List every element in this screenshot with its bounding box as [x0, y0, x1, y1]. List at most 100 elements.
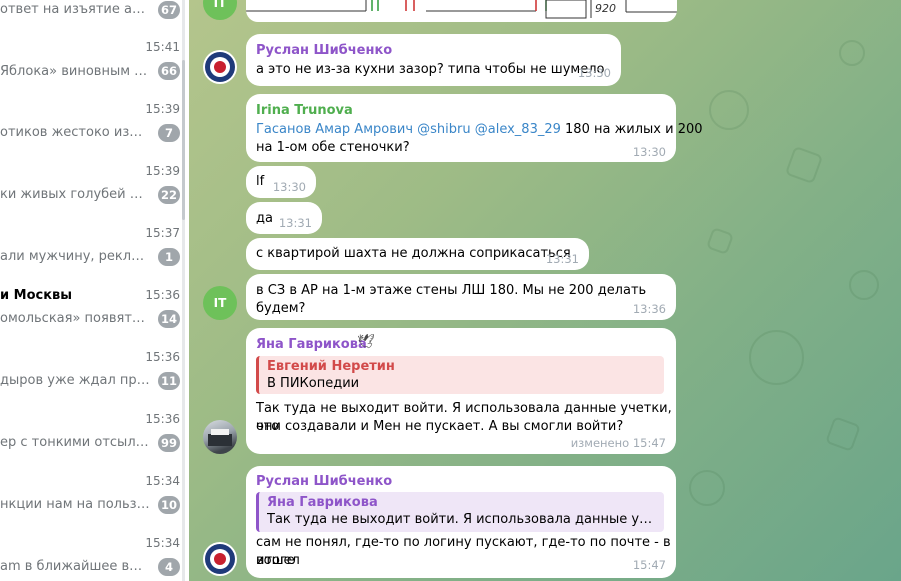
unread-badge: 10	[158, 496, 180, 514]
chat-name: и Москвы	[0, 288, 73, 303]
wallpaper-doodle	[825, 416, 861, 452]
chat-preview: омольская» появятся н…	[0, 311, 150, 326]
message-text: они создавали и Мен не пускает. А вы смо…	[256, 419, 624, 434]
chat-time: 15:36	[145, 350, 180, 364]
chat-preview: ответ на изъятие активо…	[0, 2, 150, 17]
chat-list-item[interactable]: 15:37 али мужчину, реклами… 1	[0, 224, 189, 286]
mention-link[interactable]: @shibru	[417, 122, 470, 137]
message-text: а это не из-за кухни зазор? типа чтобы н…	[256, 62, 605, 77]
avatar[interactable]	[203, 420, 237, 454]
chat-time: 15:39	[145, 164, 180, 178]
unread-badge: 1	[158, 248, 180, 266]
sender-emoji: 🕊	[357, 334, 375, 350]
wallpaper-doodle	[849, 270, 879, 300]
unread-badge: 14	[158, 310, 180, 328]
wallpaper-doodle	[689, 470, 725, 506]
scrollbar-thumb[interactable]	[182, 60, 185, 220]
reply-quote[interactable]: Евгений Неретин В ПИКопедии	[256, 356, 664, 394]
chat-list-scrollbar[interactable]	[182, 0, 185, 581]
reply-sender-name: Яна Гаврикова	[267, 495, 378, 510]
unread-badge: 99	[158, 434, 180, 452]
chat-list-item[interactable]: 15:36 дыров уже ждал прик… 11	[0, 348, 189, 410]
message-time: 15:47	[632, 558, 666, 572]
message-bubble[interactable]: да 13:31	[246, 202, 322, 234]
wallpaper-doodle	[705, 226, 735, 256]
sender-name[interactable]: Руслан Шибченко	[256, 43, 392, 58]
unread-badge: 11	[158, 372, 180, 390]
chat-preview: ки живых голубей пыт…	[0, 187, 150, 202]
chat-list-item[interactable]: 15:39 ки живых голубей пыт… 22	[0, 162, 189, 224]
message-bubble[interactable]: Яна Гаврикова 🕊 Евгений Неретин В ПИКопе…	[246, 328, 676, 454]
chat-time: 15:39	[145, 102, 180, 116]
message-time: 13:30	[577, 66, 611, 80]
chat-list-item[interactable]: 15:34 нкции нам на пользу, а… 10	[0, 472, 189, 534]
unread-badge: 67	[158, 1, 180, 19]
message-text: в СЗ в АР на 1-м этаже стены ЛШ 180. Мы …	[256, 283, 647, 316]
message-time: 13:36	[632, 302, 666, 316]
chat-time: 15:41	[145, 40, 180, 54]
chat-time: 15:34	[145, 536, 180, 550]
wallpaper-doodle	[749, 330, 804, 385]
message-text: вошел	[256, 553, 300, 568]
photo-avatar-image	[208, 429, 232, 446]
dimension-label: 920	[595, 2, 616, 15]
unread-badge: 66	[158, 62, 180, 80]
message-bubble[interactable]: Руслан Шибченко Яна Гаврикова Так туда н…	[246, 466, 676, 578]
message-bubble[interactable]: Руслан Шибченко а это не из-за кухни заз…	[246, 34, 621, 86]
chat-preview: am в ближайшее врем…	[0, 559, 150, 574]
reply-sender-name: Евгений Неретин	[267, 359, 395, 374]
chat-list-item[interactable]: 15:39 отиков жестоко избили … 7	[0, 100, 189, 162]
chat-list-item[interactable]: 15:41 Яблока» виновным в «… 66	[0, 38, 189, 100]
message-text: сам не понял, где-то по логину пускают, …	[256, 535, 671, 568]
message-text: 180 на жилых и 200	[565, 122, 703, 137]
chat-time: 15:34	[145, 474, 180, 488]
avatar[interactable]	[203, 542, 237, 576]
sender-name[interactable]: Руслан Шибченко	[256, 474, 392, 489]
reply-quote[interactable]: Яна Гаврикова Так туда не выходит войти.…	[256, 492, 664, 532]
wallpaper-doodle	[709, 90, 749, 130]
message-bubble[interactable]: Irina Trunova Гасанов Амар Амрович @shib…	[246, 94, 703, 162]
avatar[interactable]	[203, 50, 237, 84]
wallpaper-doodle	[784, 145, 824, 185]
message-text: на 1-ом обе стеночки?	[256, 140, 410, 155]
message-time: 13:30	[272, 180, 306, 194]
message-text: lf	[256, 174, 265, 189]
message-text: с квартирой шахта не должна соприкасатьс…	[256, 246, 571, 261]
reply-text: Так туда не выходит войти. Я использовал…	[267, 512, 656, 527]
message-time: изменено 15:47	[570, 436, 666, 450]
chat-list-item[interactable]: 15:34 am в ближайшее врем… 4	[0, 534, 189, 581]
message-time: 13:31	[545, 252, 579, 266]
chat-list-item[interactable]: ответ на изъятие активо… 67	[0, 0, 189, 38]
mention-link[interactable]: @alex_83_29	[475, 122, 561, 137]
chat-list-item[interactable]: 15:36 ер с тонкими отсылка… 99	[0, 410, 189, 472]
chat-list: ответ на изъятие активо… 67 15:41 Яблока…	[0, 0, 189, 581]
roundel-avatar-image	[205, 544, 235, 574]
wallpaper-doodle	[839, 40, 865, 66]
chat-time: 15:37	[145, 226, 180, 240]
avatar[interactable]: IT	[203, 286, 237, 320]
reply-text: В ПИКопедии	[267, 376, 360, 391]
roundel-avatar-image	[205, 52, 235, 82]
mention-link[interactable]: Гасанов Амар Амрович	[256, 122, 413, 137]
chat-preview: отиков жестоко избили …	[0, 125, 150, 140]
chat-time: 15:36	[145, 412, 180, 426]
chat-preview: Яблока» виновным в «…	[0, 64, 150, 79]
message-bubble[interactable]: lf 13:30	[246, 166, 316, 198]
chat-preview: ер с тонкими отсылка…	[0, 435, 150, 450]
chat-preview: дыров уже ждал прик…	[0, 373, 150, 388]
unread-badge: 4	[158, 558, 180, 576]
chat-list-item[interactable]: и Москвы 15:36 омольская» появятся н… 14	[0, 286, 189, 348]
unread-badge: 22	[158, 186, 180, 204]
message-time: 13:31	[278, 216, 312, 230]
message-bubble[interactable]: с квартирой шахта не должна соприкасатьс…	[246, 238, 589, 270]
chat-area: 920 IT IT Руслан Шибченко а это не из-за…	[189, 0, 901, 581]
image-message[interactable]: 920	[246, 0, 677, 22]
unread-badge: 7	[158, 124, 180, 142]
chat-preview: али мужчину, реклами…	[0, 249, 150, 264]
chat-time: 15:36	[145, 288, 180, 302]
avatar[interactable]: IT	[203, 0, 237, 20]
sender-name[interactable]: Irina Trunova	[256, 103, 353, 118]
message-time: 13:30	[632, 145, 666, 159]
message-bubble[interactable]: в СЗ в АР на 1-м этаже стены ЛШ 180. Мы …	[246, 274, 676, 320]
sender-name[interactable]: Яна Гаврикова	[256, 337, 367, 352]
